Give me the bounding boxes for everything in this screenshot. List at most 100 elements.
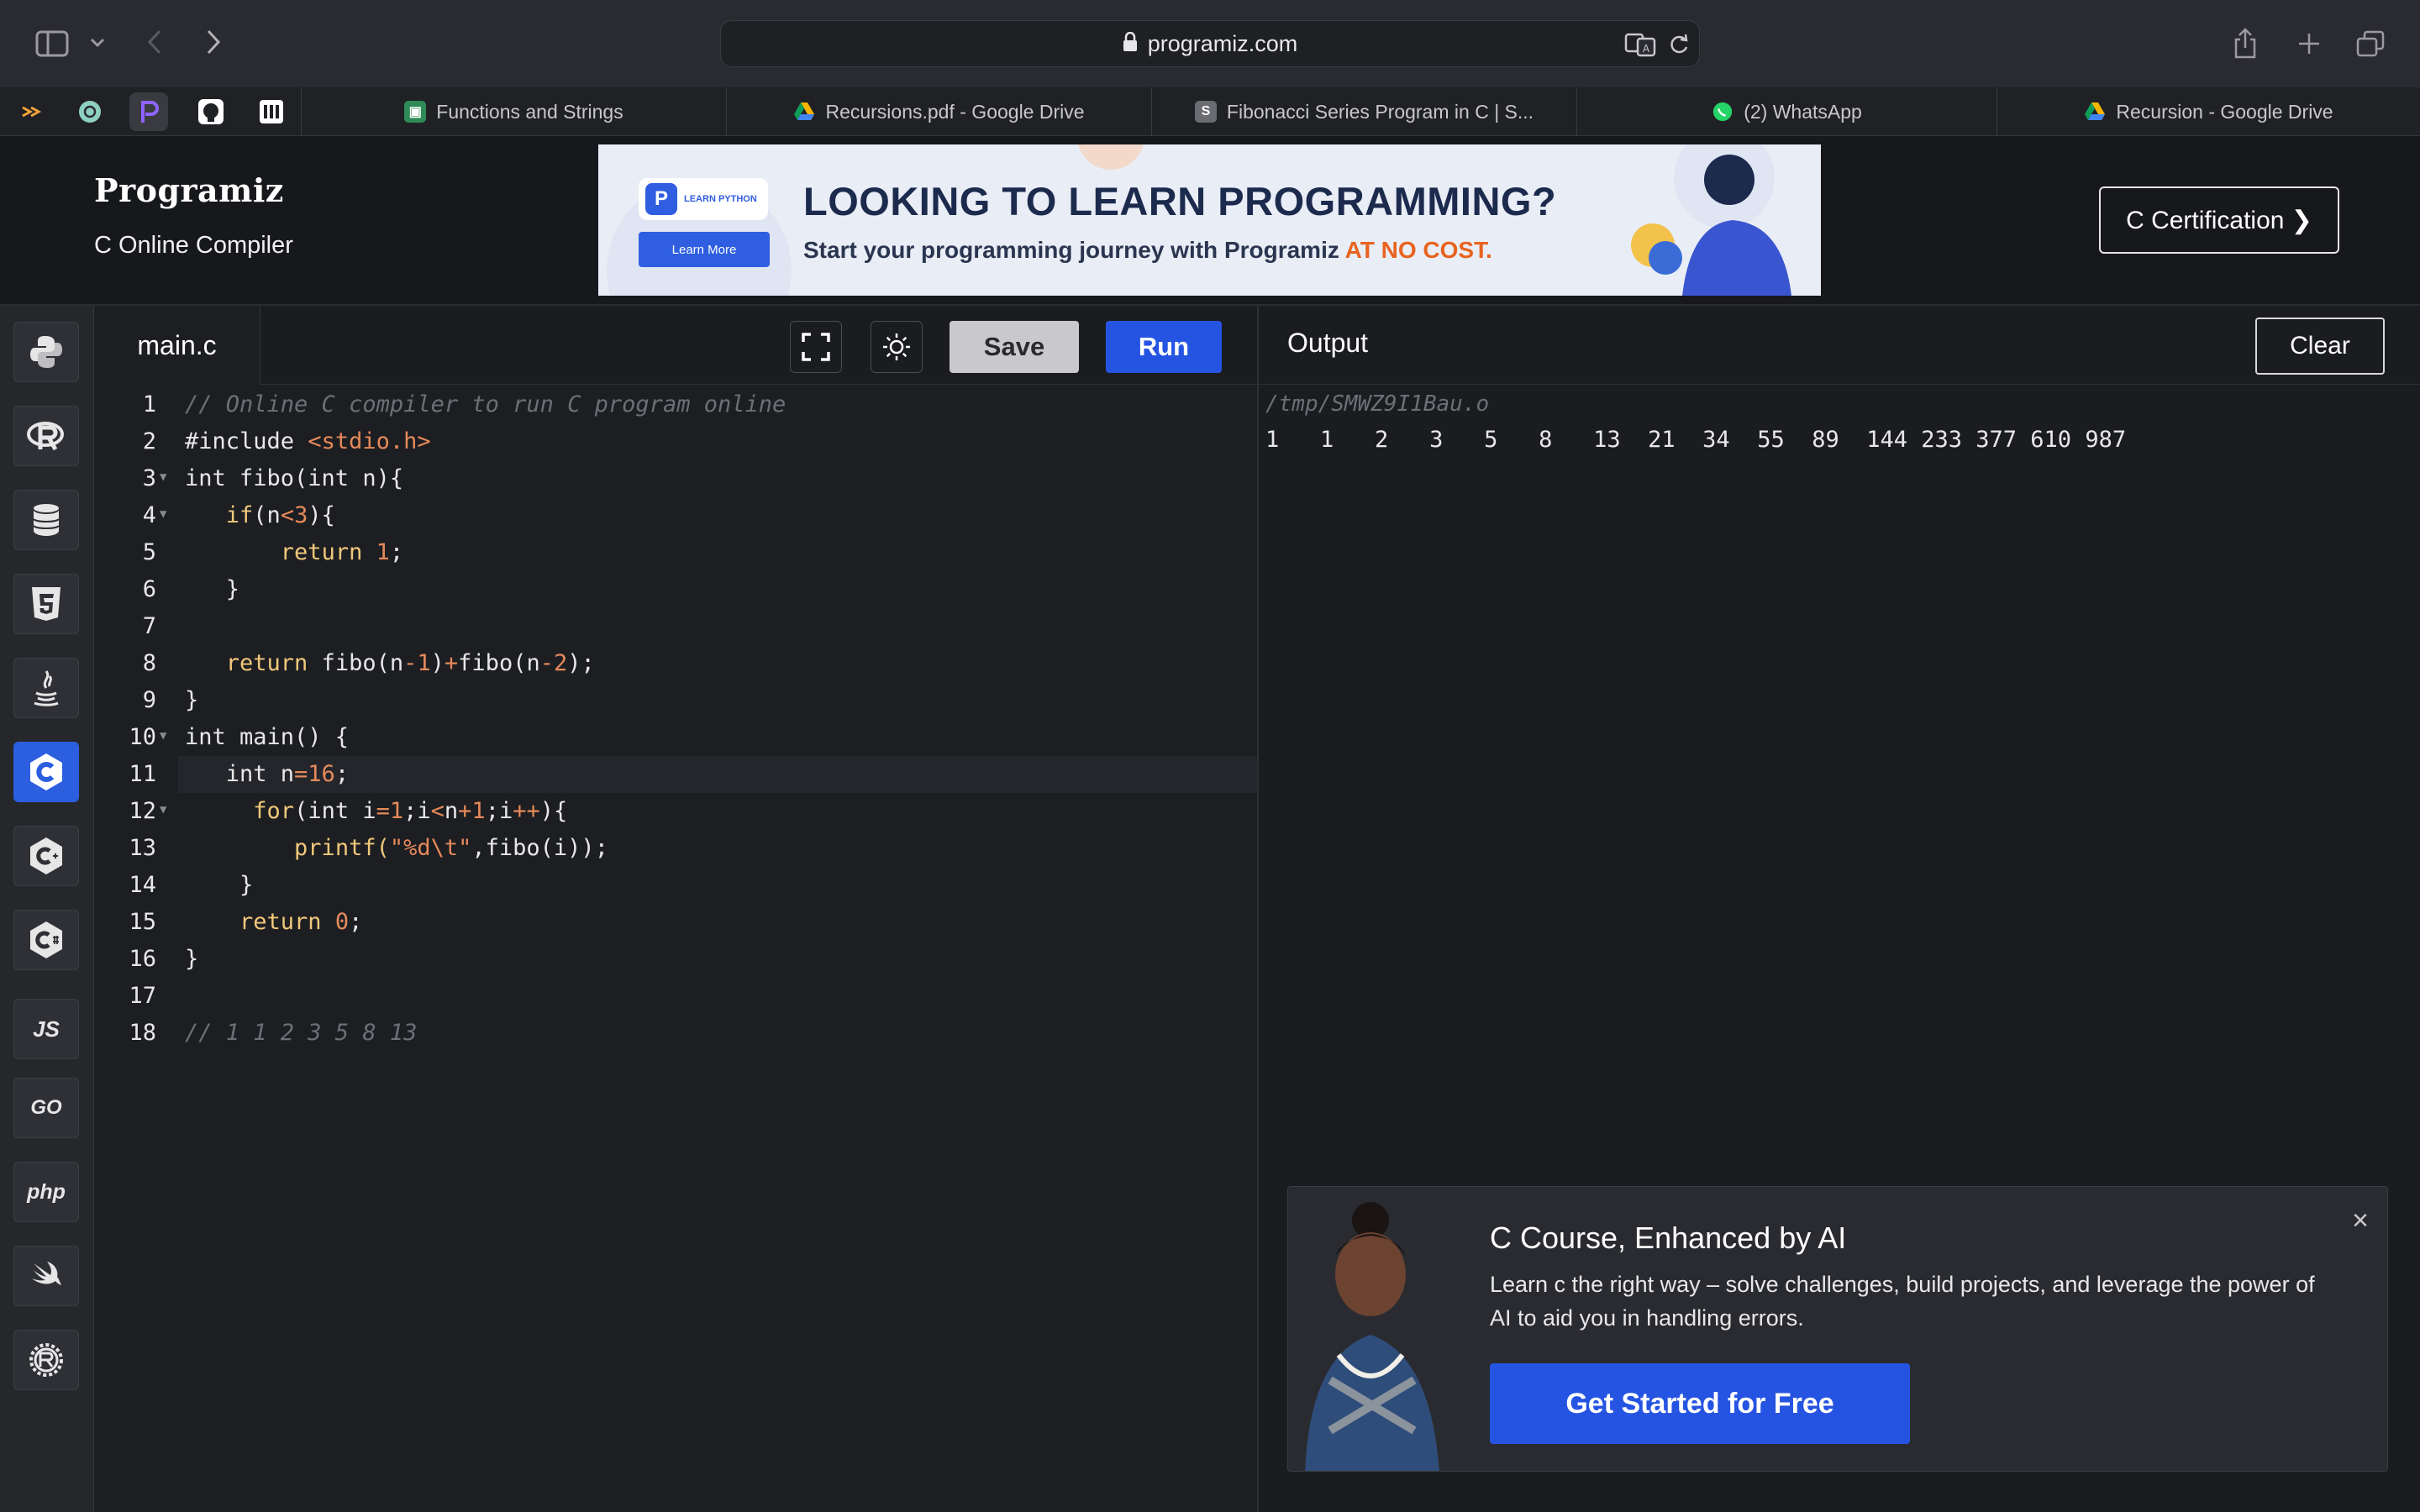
- go-icon[interactable]: GO: [13, 1078, 79, 1138]
- promo-description: Learn c the right way – solve challenges…: [1490, 1272, 2315, 1331]
- code-editor[interactable]: 1 2 3 4 5 6 7 8 9 10 11 12 13 14 15 16 1…: [94, 385, 1257, 1512]
- code-line[interactable]: for(int i=1;i<n+1;i++){: [185, 798, 567, 824]
- fold-arrow-icon[interactable]: ▼: [160, 729, 166, 743]
- tab-label: Fibonacci Series Program in C | S...: [1226, 100, 1534, 123]
- tab-fibonacci-series[interactable]: S Fibonacci Series Program in C | S...: [1151, 87, 1576, 136]
- c-certification-button[interactable]: C Certification ❯: [2099, 186, 2339, 254]
- line-number: 11: [129, 761, 156, 787]
- code-line[interactable]: printf("%d\t",fibo(i));: [185, 835, 608, 861]
- php-icon[interactable]: php: [13, 1162, 79, 1222]
- line-number: 1: [142, 391, 156, 417]
- fold-arrow-icon[interactable]: ▼: [160, 507, 166, 521]
- html5-icon[interactable]: [13, 574, 79, 634]
- tab-whatsapp[interactable]: (2) WhatsApp: [1576, 87, 1996, 136]
- code-line[interactable]: }: [185, 576, 239, 602]
- banner-subtext-main: Start your programming journey with Prog…: [803, 237, 1345, 263]
- line-number: 8: [142, 650, 156, 676]
- code-line[interactable]: }: [185, 687, 198, 713]
- c-icon[interactable]: [13, 742, 79, 802]
- programiz-icon[interactable]: [129, 92, 168, 131]
- editor-toolbar: [94, 306, 1257, 385]
- theme-toggle-icon[interactable]: [871, 321, 923, 373]
- chatgpt-icon[interactable]: [71, 92, 109, 131]
- fold-arrow-icon[interactable]: ▼: [160, 470, 166, 484]
- programiz-logo[interactable]: Programiz: [94, 171, 284, 209]
- sidebar-toggle-icon[interactable]: [32, 25, 72, 62]
- learn-more-button[interactable]: Learn More: [639, 232, 770, 267]
- translate-icon[interactable]: A: [1623, 30, 1659, 59]
- notion-icon[interactable]: [252, 92, 291, 131]
- badge-text: LEARN PYTHON: [684, 193, 757, 204]
- code-line[interactable]: return 1;: [185, 539, 403, 565]
- cpp-icon[interactable]: [13, 826, 79, 886]
- output-binary-path: /tmp/SMWZ9I1Bau.o: [1265, 391, 1490, 417]
- fold-arrow-icon[interactable]: ▼: [160, 803, 166, 816]
- javascript-icon[interactable]: JS: [13, 999, 79, 1059]
- tab-functions-and-strings[interactable]: ▣ Functions and Strings: [301, 87, 726, 136]
- close-icon[interactable]: ×: [2345, 1205, 2375, 1236]
- address-text: programiz.com: [1147, 30, 1298, 56]
- file-tab-main-c[interactable]: main.c: [94, 306, 260, 385]
- ad-banner[interactable]: P LEARN PYTHON Learn More LOOKING TO LEA…: [598, 144, 1821, 296]
- clear-button[interactable]: Clear: [2255, 318, 2385, 375]
- google-classroom-icon: ▣: [404, 101, 427, 123]
- code-line[interactable]: // 1 1 2 3 5 8 13: [185, 1020, 417, 1046]
- swift-icon[interactable]: [13, 1246, 79, 1306]
- code-line[interactable]: // Online C compiler to run C program on…: [185, 391, 786, 417]
- code-line[interactable]: return fibo(n-1)+fibo(n-2);: [185, 650, 595, 676]
- code-line[interactable]: int main() {: [185, 724, 349, 750]
- tab-label: Recursions.pdf - Google Drive: [825, 100, 1085, 123]
- rust-icon[interactable]: [13, 1330, 79, 1390]
- share-icon[interactable]: [2228, 25, 2262, 62]
- code-line[interactable]: int fibo(int n){: [185, 465, 403, 491]
- banner-subtext: Start your programming journey with Prog…: [803, 237, 1492, 264]
- github-icon[interactable]: [192, 92, 230, 131]
- java-icon[interactable]: [13, 658, 79, 718]
- tab-recursions-pdf[interactable]: Recursions.pdf - Google Drive: [726, 87, 1151, 136]
- line-number: 15: [129, 909, 156, 935]
- code-line[interactable]: if(n<3){: [185, 502, 335, 528]
- banner-headline: LOOKING TO LEARN PROGRAMMING?: [803, 179, 1557, 223]
- line-number: 17: [129, 983, 156, 1009]
- line-number: 13: [129, 835, 156, 861]
- line-number: 5: [142, 539, 156, 565]
- tab-overview-icon[interactable]: [2353, 27, 2388, 60]
- line-number: 10: [129, 724, 156, 750]
- line-number: 7: [142, 613, 156, 639]
- python-icon[interactable]: [13, 322, 79, 382]
- reload-icon[interactable]: [1665, 30, 1692, 59]
- line-number: 2: [142, 428, 156, 454]
- line-number: 14: [129, 872, 156, 898]
- r-icon[interactable]: [13, 406, 79, 466]
- run-button[interactable]: Run: [1106, 321, 1222, 373]
- tab-label: (2) WhatsApp: [1744, 100, 1862, 123]
- tab-recursion-drive[interactable]: Recursion - Google Drive: [1996, 87, 2420, 136]
- line-number: 4: [142, 502, 156, 528]
- line-number: 18: [129, 1020, 156, 1046]
- line-number: 3: [142, 465, 156, 491]
- tab-label: Functions and Strings: [436, 100, 623, 123]
- programiz-p-icon: P: [645, 183, 677, 215]
- code-line[interactable]: int n=16;: [185, 761, 349, 787]
- back-icon[interactable]: [141, 25, 168, 59]
- forward-icon[interactable]: [200, 25, 227, 59]
- google-drive-icon: [793, 101, 815, 123]
- code-line[interactable]: }: [185, 946, 198, 972]
- promo-card: C Course, Enhanced by AI Learn c the rig…: [1287, 1186, 2388, 1472]
- save-button[interactable]: Save: [950, 321, 1079, 373]
- code-line[interactable]: #include <stdio.h>: [185, 428, 431, 454]
- code-line[interactable]: return 0;: [185, 909, 362, 935]
- bolt-icon[interactable]: [12, 92, 50, 131]
- chevron-down-icon[interactable]: [87, 30, 108, 55]
- sql-icon[interactable]: [13, 490, 79, 550]
- address-bar[interactable]: programiz.com: [720, 20, 1700, 67]
- line-number: 12: [129, 798, 156, 824]
- fullscreen-icon[interactable]: [790, 321, 842, 373]
- code-line[interactable]: }: [185, 872, 253, 898]
- line-number: 16: [129, 946, 156, 972]
- lock-icon: [1123, 31, 1138, 56]
- new-tab-icon[interactable]: [2292, 27, 2326, 60]
- get-started-button[interactable]: Get Started for Free: [1490, 1363, 1910, 1444]
- csharp-icon[interactable]: [13, 910, 79, 970]
- learn-python-badge: P LEARN PYTHON: [639, 178, 768, 220]
